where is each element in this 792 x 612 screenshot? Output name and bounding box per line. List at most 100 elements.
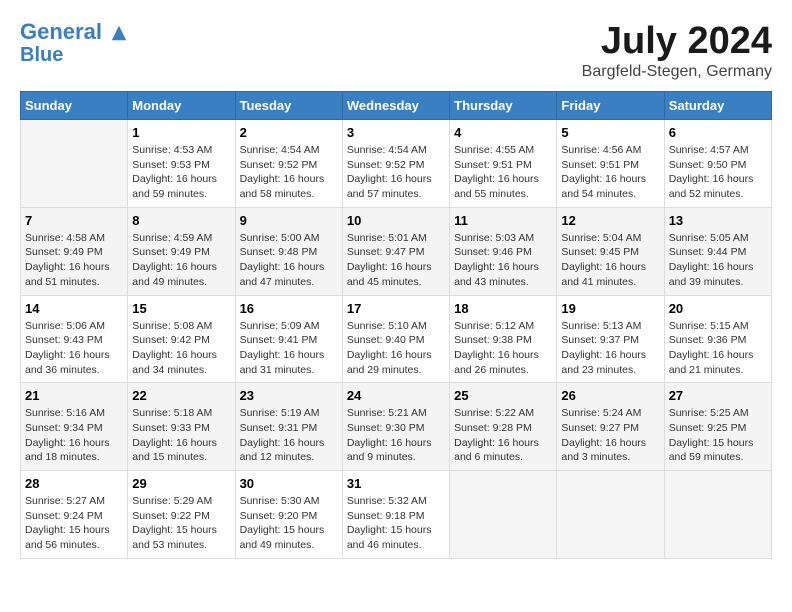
day-info: Sunrise: 4:59 AMSunset: 9:49 PMDaylight:…: [132, 231, 230, 290]
day-info: Sunrise: 5:30 AMSunset: 9:20 PMDaylight:…: [240, 494, 338, 553]
day-number: 27: [669, 388, 767, 403]
day-number: 10: [347, 213, 445, 228]
weekday-header-tuesday: Tuesday: [235, 92, 342, 120]
header: General Blue July 2024 Bargfeld-Stegen, …: [20, 20, 772, 81]
day-number: 12: [561, 213, 659, 228]
calendar-cell: 12Sunrise: 5:04 AMSunset: 9:45 PMDayligh…: [557, 207, 664, 295]
weekday-header-monday: Monday: [128, 92, 235, 120]
calendar-cell: 31 Sunrise: 5:32 AMSunset: 9:18 PMDayligh…: [342, 471, 449, 559]
day-info: Sunrise: 5:19 AMSunset: 9:31 PMDaylight:…: [240, 406, 338, 465]
day-info: Sunrise: 5:21 AMSunset: 9:30 PMDaylight:…: [347, 406, 445, 465]
day-info: Sunrise: 4:54 AMSunset: 9:52 PMDaylight:…: [347, 143, 445, 202]
day-number: 21: [25, 388, 123, 403]
calendar-cell: 25Sunrise: 5:22 AMSunset: 9:28 PMDayligh…: [450, 383, 557, 471]
calendar-cell: 20Sunrise: 5:15 AMSunset: 9:36 PMDayligh…: [664, 295, 771, 383]
day-number: 17: [347, 301, 445, 316]
day-number: 31: [347, 476, 445, 491]
day-number: 23: [240, 388, 338, 403]
day-number: 2: [240, 125, 338, 140]
day-info: Sunrise: 5:01 AMSunset: 9:47 PMDaylight:…: [347, 231, 445, 290]
calendar-cell: 30 Sunrise: 5:30 AMSunset: 9:20 PMDayligh…: [235, 471, 342, 559]
day-number: 7: [25, 213, 123, 228]
day-info: Sunrise: 5:09 AMSunset: 9:41 PMDaylight:…: [240, 319, 338, 378]
day-number: 16: [240, 301, 338, 316]
calendar-cell: 26 Sunrise: 5:24 AMSunset: 9:27 PMDayligh…: [557, 383, 664, 471]
calendar-cell: 6 Sunrise: 4:57 AMSunset: 9:50 PMDaylight…: [664, 120, 771, 208]
day-info: Sunrise: 5:13 AMSunset: 9:37 PMDaylight:…: [561, 319, 659, 378]
calendar-cell: 11 Sunrise: 5:03 AMSunset: 9:46 PMDayligh…: [450, 207, 557, 295]
day-number: 4: [454, 125, 552, 140]
title-area: July 2024 Bargfeld-Stegen, Germany: [582, 20, 772, 81]
day-number: 11: [454, 213, 552, 228]
calendar-cell: 18 Sunrise: 5:12 AMSunset: 9:38 PMDayligh…: [450, 295, 557, 383]
day-number: 19: [561, 301, 659, 316]
logo-blue-text: Blue: [20, 44, 128, 66]
day-number: 24: [347, 388, 445, 403]
calendar-cell: 27 Sunrise: 5:25 AMSunset: 9:25 PMDayligh…: [664, 383, 771, 471]
day-number: 3: [347, 125, 445, 140]
calendar-cell: 28Sunrise: 5:27 AMSunset: 9:24 PMDayligh…: [21, 471, 128, 559]
day-info: Sunrise: 5:03 AMSunset: 9:46 PMDaylight:…: [454, 231, 552, 290]
calendar-week-row: 1Sunrise: 4:53 AMSunset: 9:53 PMDaylight…: [21, 120, 772, 208]
calendar-week-row: 21 Sunrise: 5:16 AMSunset: 9:34 PMDayligh…: [21, 383, 772, 471]
day-number: 1: [132, 125, 230, 140]
day-info: Sunrise: 5:25 AMSunset: 9:25 PMDaylight:…: [669, 406, 767, 465]
day-number: 9: [240, 213, 338, 228]
day-info: Sunrise: 5:29 AMSunset: 9:22 PMDaylight:…: [132, 494, 230, 553]
day-info: Sunrise: 4:54 AMSunset: 9:52 PMDaylight:…: [240, 143, 338, 202]
day-info: Sunrise: 5:00 AMSunset: 9:48 PMDaylight:…: [240, 231, 338, 290]
calendar-cell: 2 Sunrise: 4:54 AMSunset: 9:52 PMDaylight…: [235, 120, 342, 208]
calendar-cell: [450, 471, 557, 559]
logo: General Blue: [20, 20, 128, 66]
calendar-cell: 23 Sunrise: 5:19 AMSunset: 9:31 PMDayligh…: [235, 383, 342, 471]
calendar-cell: 4Sunrise: 4:55 AMSunset: 9:51 PMDaylight…: [450, 120, 557, 208]
calendar-header-row: SundayMondayTuesdayWednesdayThursdayFrid…: [21, 92, 772, 120]
calendar-cell: 16 Sunrise: 5:09 AMSunset: 9:41 PMDayligh…: [235, 295, 342, 383]
weekday-header-saturday: Saturday: [664, 92, 771, 120]
day-info: Sunrise: 5:16 AMSunset: 9:34 PMDaylight:…: [25, 406, 123, 465]
calendar-cell: 5 Sunrise: 4:56 AMSunset: 9:51 PMDaylight…: [557, 120, 664, 208]
calendar-cell: 17Sunrise: 5:10 AMSunset: 9:40 PMDayligh…: [342, 295, 449, 383]
weekday-header-thursday: Thursday: [450, 92, 557, 120]
calendar-cell: [664, 471, 771, 559]
calendar-cell: 13 Sunrise: 5:05 AMSunset: 9:44 PMDayligh…: [664, 207, 771, 295]
day-info: Sunrise: 4:56 AMSunset: 9:51 PMDaylight:…: [561, 143, 659, 202]
calendar-cell: 15 Sunrise: 5:08 AMSunset: 9:42 PMDayligh…: [128, 295, 235, 383]
weekday-header-sunday: Sunday: [21, 92, 128, 120]
day-number: 13: [669, 213, 767, 228]
calendar-week-row: 28Sunrise: 5:27 AMSunset: 9:24 PMDayligh…: [21, 471, 772, 559]
calendar-week-row: 7 Sunrise: 4:58 AMSunset: 9:49 PMDaylight…: [21, 207, 772, 295]
day-number: 25: [454, 388, 552, 403]
day-number: 5: [561, 125, 659, 140]
day-info: Sunrise: 5:18 AMSunset: 9:33 PMDaylight:…: [132, 406, 230, 465]
day-number: 8: [132, 213, 230, 228]
day-info: Sunrise: 5:05 AMSunset: 9:44 PMDaylight:…: [669, 231, 767, 290]
calendar-cell: [21, 120, 128, 208]
weekday-header-wednesday: Wednesday: [342, 92, 449, 120]
calendar-cell: 10 Sunrise: 5:01 AMSunset: 9:47 PMDayligh…: [342, 207, 449, 295]
day-info: Sunrise: 5:15 AMSunset: 9:36 PMDaylight:…: [669, 319, 767, 378]
location-title: Bargfeld-Stegen, Germany: [582, 63, 772, 81]
day-number: 14: [25, 301, 123, 316]
calendar-cell: 22Sunrise: 5:18 AMSunset: 9:33 PMDayligh…: [128, 383, 235, 471]
day-number: 15: [132, 301, 230, 316]
calendar-week-row: 14 Sunrise: 5:06 AMSunset: 9:43 PMDayligh…: [21, 295, 772, 383]
calendar-cell: 19 Sunrise: 5:13 AMSunset: 9:37 PMDayligh…: [557, 295, 664, 383]
day-info: Sunrise: 5:32 AMSunset: 9:18 PMDaylight:…: [347, 494, 445, 553]
calendar-cell: 14 Sunrise: 5:06 AMSunset: 9:43 PMDayligh…: [21, 295, 128, 383]
calendar-cell: 24 Sunrise: 5:21 AMSunset: 9:30 PMDayligh…: [342, 383, 449, 471]
day-info: Sunrise: 5:08 AMSunset: 9:42 PMDaylight:…: [132, 319, 230, 378]
day-info: Sunrise: 4:58 AMSunset: 9:49 PMDaylight:…: [25, 231, 123, 290]
day-info: Sunrise: 5:27 AMSunset: 9:24 PMDaylight:…: [25, 494, 123, 553]
day-number: 30: [240, 476, 338, 491]
day-info: Sunrise: 4:57 AMSunset: 9:50 PMDaylight:…: [669, 143, 767, 202]
day-number: 29: [132, 476, 230, 491]
day-number: 26: [561, 388, 659, 403]
day-info: Sunrise: 5:24 AMSunset: 9:27 PMDaylight:…: [561, 406, 659, 465]
day-info: Sunrise: 5:06 AMSunset: 9:43 PMDaylight:…: [25, 319, 123, 378]
day-info: Sunrise: 5:12 AMSunset: 9:38 PMDaylight:…: [454, 319, 552, 378]
calendar-cell: 7 Sunrise: 4:58 AMSunset: 9:49 PMDaylight…: [21, 207, 128, 295]
day-number: 6: [669, 125, 767, 140]
month-title: July 2024: [582, 20, 772, 63]
day-number: 18: [454, 301, 552, 316]
